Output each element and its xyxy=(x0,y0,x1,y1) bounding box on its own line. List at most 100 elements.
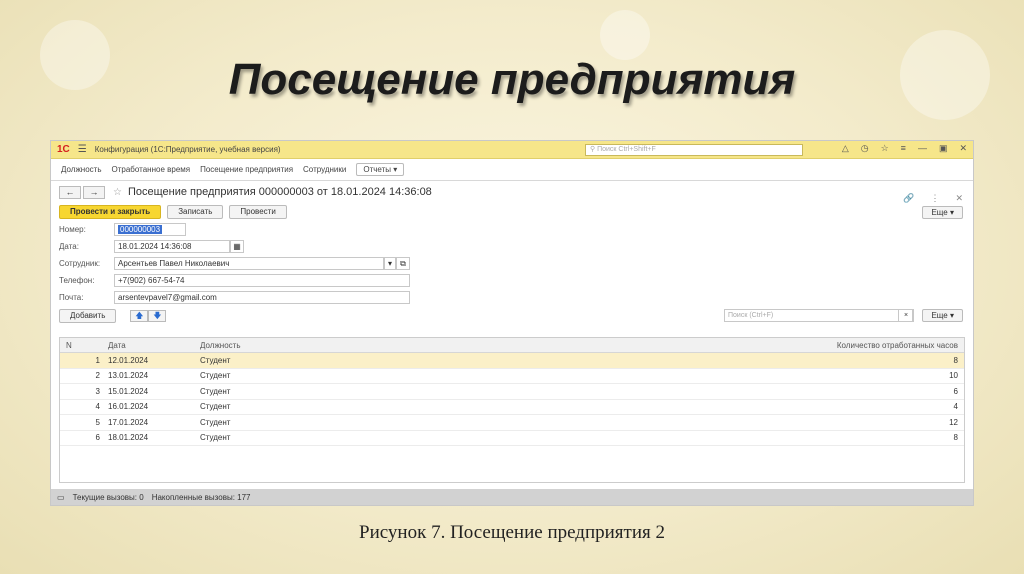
move-down-icon[interactable]: 🡇 xyxy=(148,310,167,322)
settings-icon[interactable]: ≡ xyxy=(901,143,906,154)
phone-field[interactable]: +7(902) 667-54-74 xyxy=(114,274,410,287)
section-position[interactable]: Должность xyxy=(61,165,102,174)
date-field[interactable]: 18.01.2024 14:36:08 xyxy=(114,240,230,253)
table-row[interactable]: 2 13.01.2024 Студент 10 xyxy=(60,369,964,384)
app-window: 1С ☰ Конфигурация (1С:Предприятие, учебн… xyxy=(50,140,974,506)
status-bar: ▭ Текущие вызовы: 0 Накопленные вызовы: … xyxy=(51,489,973,505)
chevron-down-icon: ▾ xyxy=(393,165,398,174)
date-row: Дата: 18.01.2024 14:36:08 ▦ xyxy=(51,238,973,255)
favorite-star-icon[interactable]: ☆ xyxy=(113,187,122,198)
add-row-button[interactable]: Добавить xyxy=(59,309,117,323)
table-command-bar: Добавить 🡅 🡇 Поиск (Ctrl+F) × Еще ▾ xyxy=(51,306,973,326)
header-date[interactable]: Дата xyxy=(108,341,200,350)
reports-label: Отчеты xyxy=(363,165,392,174)
link-icon[interactable]: 🔗 xyxy=(903,193,914,204)
table-row[interactable]: 6 18.01.2024 Студент 8 xyxy=(60,431,964,446)
cell-n: 2 xyxy=(95,371,100,381)
table-row[interactable]: 3 15.01.2024 Студент 6 xyxy=(60,384,964,400)
header-hours[interactable]: Количество отработанных часов xyxy=(800,341,964,350)
table-search-input[interactable]: Поиск (Ctrl+F) xyxy=(724,309,913,322)
cell-date: 18.01.2024 xyxy=(108,433,149,443)
date-label: Дата: xyxy=(59,242,79,251)
employee-dropdown-icon[interactable]: ▾ xyxy=(384,257,396,270)
title-bar: 1С ☰ Конфигурация (1С:Предприятие, учебн… xyxy=(51,141,973,159)
cell-position: Студент xyxy=(200,371,231,381)
global-search-input[interactable]: ⚲ Поиск Ctrl+Shift+F xyxy=(585,144,803,156)
cell-date: 17.01.2024 xyxy=(108,417,149,427)
slide-title: Посещение предприятия xyxy=(228,55,796,104)
cell-hours: 8 xyxy=(953,355,958,365)
section-enterprise-visit[interactable]: Посещение предприятия xyxy=(200,165,293,174)
cell-n: 6 xyxy=(95,433,100,443)
chevron-down-icon: ▾ xyxy=(949,207,954,217)
table-row[interactable]: 1 12.01.2024 Студент 8 xyxy=(60,353,964,369)
app-title: Конфигурация (1С:Предприятие, учебная ве… xyxy=(94,145,281,154)
document-header: ← → ☆ Посещение предприятия 000000003 от… xyxy=(51,181,973,203)
save-button[interactable]: Записать xyxy=(167,205,224,219)
header-n[interactable]: N xyxy=(60,341,108,350)
minimize-icon[interactable]: — xyxy=(918,143,927,154)
cell-position: Студент xyxy=(200,386,231,396)
cell-n: 5 xyxy=(95,417,100,427)
cell-position: Студент xyxy=(200,433,231,443)
more-label: Еще xyxy=(931,207,948,217)
calls-icon[interactable]: ▭ xyxy=(57,493,65,502)
search-icon: ⚲ xyxy=(590,146,596,153)
number-row: Номер: 000000003 xyxy=(51,221,973,238)
app-logo: 1С xyxy=(57,144,70,155)
table-row[interactable]: 4 16.01.2024 Студент 4 xyxy=(60,400,964,415)
visits-table: N Дата Должность Количество отработанных… xyxy=(59,337,965,483)
cell-hours: 12 xyxy=(949,417,958,427)
forward-button[interactable]: → xyxy=(83,185,105,199)
close-document-icon[interactable]: ✕ xyxy=(955,193,963,204)
phone-label: Телефон: xyxy=(59,276,95,285)
maximize-icon[interactable]: ▣ xyxy=(939,143,948,154)
cell-position: Студент xyxy=(200,417,231,427)
favorites-star-icon[interactable]: ☆ xyxy=(881,143,889,154)
employee-row: Сотрудник: Арсентьев Павел Николаевич ▾ … xyxy=(51,255,973,272)
more-vertical-icon[interactable]: ⋮ xyxy=(930,193,939,204)
post-button[interactable]: Провести xyxy=(229,205,287,219)
title-bar-icons: △ ◷ ☆ ≡ — ▣ ✕ xyxy=(842,143,967,154)
reports-dropdown[interactable]: Отчеты ▾ xyxy=(356,163,405,176)
history-icon[interactable]: ◷ xyxy=(861,143,869,154)
move-up-icon[interactable]: 🡅 xyxy=(130,310,149,322)
global-search-placeholder: Поиск Ctrl+Shift+F xyxy=(597,146,656,153)
employee-field[interactable]: Арсентьев Павел Николаевич xyxy=(114,257,384,270)
email-label: Почта: xyxy=(59,293,84,302)
post-and-close-button[interactable]: Провести и закрыть xyxy=(59,205,162,219)
email-row: Почта: arsentevpavel7@gmail.com xyxy=(51,289,973,306)
close-icon[interactable]: ✕ xyxy=(959,143,967,154)
header-position[interactable]: Должность xyxy=(200,341,800,350)
cell-position: Студент xyxy=(200,355,231,365)
background-bokeh xyxy=(600,10,650,60)
table-more-button[interactable]: Еще ▾ xyxy=(922,309,963,322)
number-field[interactable]: 000000003 xyxy=(114,223,186,236)
back-button[interactable]: ← xyxy=(59,185,81,199)
number-value: 000000003 xyxy=(118,225,163,234)
section-worked-time[interactable]: Отработанное время xyxy=(112,165,191,174)
cell-position: Студент xyxy=(200,402,231,412)
table-header: N Дата Должность Количество отработанных… xyxy=(60,338,964,353)
section-employees[interactable]: Сотрудники xyxy=(303,165,346,174)
cell-hours: 4 xyxy=(953,402,958,412)
email-field[interactable]: arsentevpavel7@gmail.com xyxy=(114,291,410,304)
cell-n: 4 xyxy=(95,402,100,412)
open-employee-icon[interactable]: ⧉ xyxy=(396,257,410,270)
calendar-icon[interactable]: ▦ xyxy=(230,240,244,253)
more-button[interactable]: Еще ▾ xyxy=(922,205,963,219)
number-label: Номер: xyxy=(59,225,86,234)
clear-search-icon[interactable]: × xyxy=(898,309,914,322)
hamburger-menu-icon[interactable]: ☰ xyxy=(78,144,87,155)
figure-caption: Рисунок 7. Посещение предприятия 2 xyxy=(359,522,665,543)
cell-date: 13.01.2024 xyxy=(108,371,149,381)
bell-icon[interactable]: △ xyxy=(842,143,849,154)
accumulated-calls: Накопленные вызовы: 177 xyxy=(151,492,251,502)
cell-date: 15.01.2024 xyxy=(108,386,149,396)
table-more-label: Еще xyxy=(931,311,948,320)
table-row[interactable]: 5 17.01.2024 Студент 12 xyxy=(60,415,964,431)
chevron-down-icon: ▾ xyxy=(949,311,954,320)
cell-hours: 8 xyxy=(953,433,958,443)
employee-label: Сотрудник: xyxy=(59,259,101,268)
cell-n: 3 xyxy=(95,386,100,396)
